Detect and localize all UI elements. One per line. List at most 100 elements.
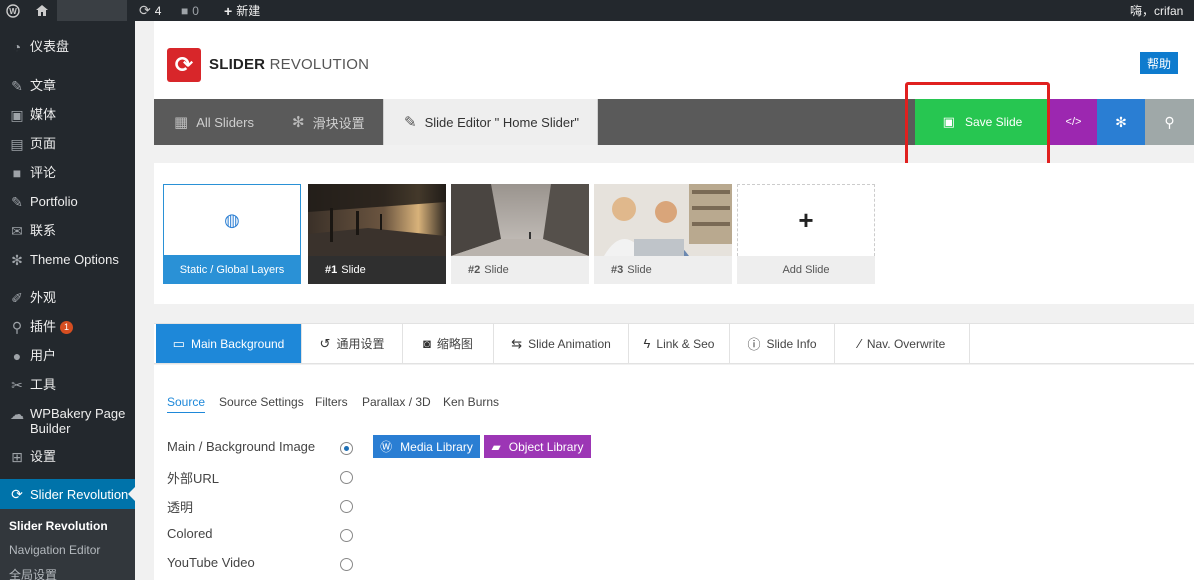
wrench-icon: ✂ [11, 377, 23, 393]
subtab-filters[interactable]: Filters [315, 395, 348, 409]
slider-revolution-submenu: Slider Revolution Navigation Editor 全局设置 [0, 509, 135, 580]
comment-icon: ■ [181, 3, 189, 18]
sidebar-item-slider-revolution[interactable]: ⟳ Slider Revolution [0, 479, 135, 509]
plus-icon: + [224, 2, 233, 19]
tab-label: Slide Info [766, 336, 817, 351]
plugin-header: ⟳ SLIDER REVOLUTION 帮助 [154, 21, 1194, 99]
updates-item[interactable]: ⟳ 4 [139, 0, 161, 21]
sidebar-item-posts[interactable]: ✎ 文章 [0, 78, 135, 94]
static-layers-thumb: ◍ [163, 184, 301, 256]
slide-card-3[interactable]: #3 Slide [594, 184, 732, 284]
brush-icon: ✐ [11, 290, 23, 306]
radio-main-background-image[interactable] [340, 442, 353, 455]
object-library-button[interactable]: ▰ Object Library [484, 435, 591, 458]
refresh-icon: ⟳ [139, 2, 151, 18]
sidebar-item-label: 工具 [30, 377, 57, 392]
sidebar-item-tools[interactable]: ✂ 工具 [0, 377, 135, 393]
tab-link-seo[interactable]: ϟ Link & Seo [629, 324, 730, 363]
thumbnail-icon: ◙ [423, 336, 431, 351]
sidebar-item-label: WPBakery Page Builder [30, 406, 126, 436]
tab-nav-overwrite[interactable]: ⁄ Nav. Overwrite [835, 324, 970, 363]
static-global-layers-card[interactable]: ◍ Static / Global Layers [163, 184, 301, 284]
image-icon: ▭ [172, 335, 185, 351]
gear-icon: ✻ [11, 252, 23, 268]
tab-slide-animation[interactable]: ⇆ Slide Animation [494, 324, 629, 363]
tab-general-settings[interactable]: ↺ 通用设置 [302, 324, 403, 363]
sidebar-item-theme-options[interactable]: ✻ Theme Options [0, 252, 135, 268]
sidebar-item-contact[interactable]: ✉ 联系 [0, 223, 135, 239]
radio-transparent[interactable] [340, 500, 353, 513]
wordpress-logo-icon[interactable]: W [6, 0, 20, 21]
save-slide-button[interactable]: ▣ Save Slide [915, 99, 1050, 145]
tab-label: 滑块设置 [312, 115, 365, 131]
sidebar-item-label: 文章 [30, 78, 57, 93]
submenu-slider-revolution[interactable]: Slider Revolution [9, 519, 108, 533]
code-button[interactable]: </> [1050, 99, 1097, 145]
sidebar-item-plugins[interactable]: ⚲ 插件 1 [0, 319, 135, 335]
sidebar-item-dashboard[interactable]: ◔ 仪表盘 [0, 39, 135, 55]
submenu-navigation-editor[interactable]: Navigation Editor [9, 543, 100, 557]
site-name-block[interactable] [57, 0, 127, 21]
submenu-global-settings[interactable]: 全局设置 [9, 566, 57, 580]
sidebar-item-appearance[interactable]: ✐ 外观 [0, 290, 135, 306]
option-main-background-image: Main / Background Image [167, 439, 316, 454]
tab-label: All Sliders [196, 114, 254, 130]
subtab-ken-burns[interactable]: Ken Burns [443, 395, 499, 409]
sidebar-item-label: Slider Revolution [30, 486, 129, 502]
tab-slider-settings[interactable]: ✻ 滑块设置 [292, 99, 365, 145]
add-slide-card[interactable]: + Add Slide [737, 184, 875, 284]
tab-label: Main Background [190, 336, 285, 351]
radio-colored[interactable] [340, 529, 353, 542]
radio-external-url[interactable] [340, 471, 353, 484]
sidebar-item-label: Theme Options [30, 252, 119, 267]
info-icon: ⓘ [747, 337, 761, 352]
tab-main-background[interactable]: ▭ Main Background [156, 324, 302, 363]
radio-youtube-video[interactable] [340, 558, 353, 571]
main-background-panel: Source Source Settings Filters Parallax … [154, 365, 1194, 580]
sidebar-item-comments[interactable]: ■ 评论 [0, 165, 135, 181]
settings-button[interactable]: ✻ [1097, 99, 1145, 145]
sidebar-item-label: 用户 [30, 348, 57, 363]
search-icon: ⚲ [1164, 113, 1175, 130]
updates-count: 4 [154, 3, 162, 18]
floppy-disk-icon: ▣ [942, 114, 955, 129]
slide-card-1[interactable]: #1 Slide [308, 184, 446, 284]
home-icon[interactable] [35, 0, 49, 21]
subtab-source-settings[interactable]: Source Settings [219, 395, 304, 409]
media-library-button[interactable]: Ⓦ Media Library [373, 435, 480, 458]
subtab-parallax-3d[interactable]: Parallax / 3D [362, 395, 431, 409]
globe-icon: ◍ [224, 209, 240, 230]
sidebar-item-pages[interactable]: ▤ 页面 [0, 136, 135, 152]
plugin-logo-text: SLIDER REVOLUTION [209, 56, 370, 73]
greeting-text: 嗨，crifan [1130, 4, 1184, 18]
new-label: 新建 [236, 4, 261, 18]
book-icon: ▰ [491, 439, 501, 454]
comments-count: 0 [192, 3, 199, 18]
main-panel: ⟳ SLIDER REVOLUTION 帮助 ▦ All Sliders ✻ 滑… [154, 21, 1194, 580]
sidebar-item-label: 媒体 [30, 107, 57, 122]
sidebar-item-media[interactable]: ▣ 媒体 [0, 107, 135, 123]
help-button[interactable]: 帮助 [1140, 52, 1178, 74]
tab-all-sliders[interactable]: ▦ All Sliders [174, 99, 254, 145]
sidebar-item-settings[interactable]: ⊞ 设置 [0, 449, 135, 465]
sidebar-item-label: 外观 [30, 290, 57, 305]
slide-3-thumbnail [594, 184, 732, 256]
tab-label: Slide Editor " Home Slider" [424, 114, 580, 130]
user-greeting[interactable]: 嗨，crifan [1130, 0, 1183, 21]
option-colored: Colored [167, 526, 213, 541]
comments-item[interactable]: ■ 0 [181, 0, 199, 21]
sidebar-item-portfolio[interactable]: ✎ Portfolio [0, 194, 135, 210]
slide-card-2[interactable]: #2 Slide [451, 184, 589, 284]
plugin-update-badge: 1 [60, 321, 74, 335]
new-item[interactable]: + 新建 [224, 0, 260, 21]
tab-slide-editor[interactable]: ✎ Slide Editor " Home Slider" [383, 99, 598, 145]
animation-icon: ⇆ [511, 335, 523, 351]
sidebar-item-wpbakery[interactable]: ☁ WPBakery Page Builder [0, 406, 135, 436]
pin-icon: ✎ [11, 194, 23, 210]
lightning-icon: ϟ [643, 336, 651, 351]
tab-slide-info[interactable]: ⓘ Slide Info [730, 324, 835, 363]
tab-thumbnail[interactable]: ◙ 缩略图 [403, 324, 494, 363]
sidebar-item-users[interactable]: ● 用户 [0, 348, 135, 364]
search-button[interactable]: ⚲ [1145, 99, 1194, 145]
subtab-source[interactable]: Source [167, 395, 206, 413]
